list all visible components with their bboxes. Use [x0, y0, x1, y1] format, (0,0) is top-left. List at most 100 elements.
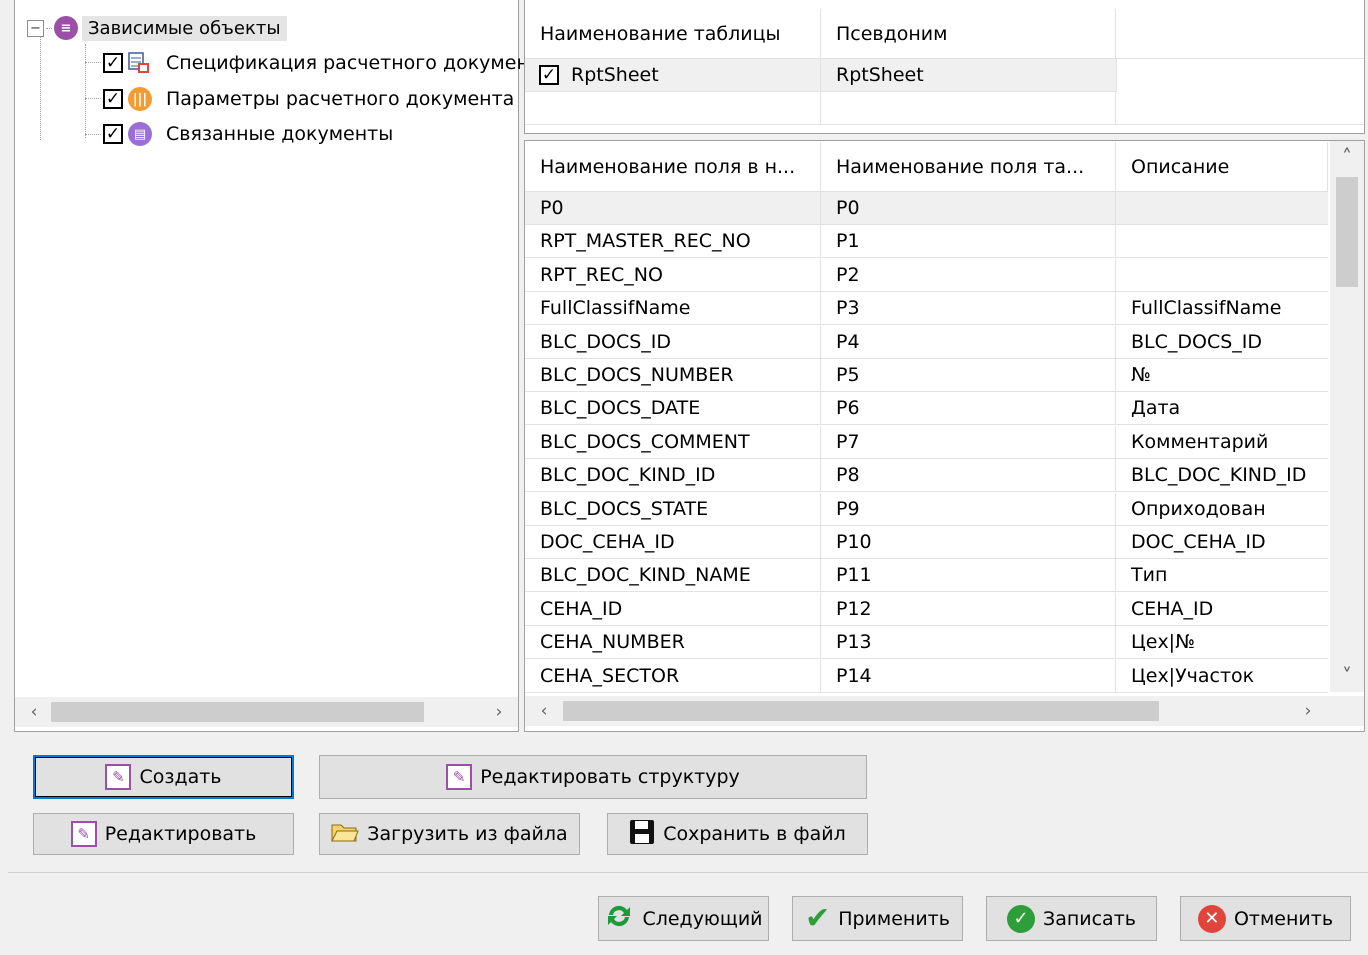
scroll-down-icon[interactable]: ˅	[1330, 664, 1364, 688]
table-field-name-cell[interactable]: P3	[821, 292, 1116, 326]
field-row[interactable]: P0 P0	[525, 192, 1328, 225]
table-field-name-cell[interactable]: P12	[821, 592, 1116, 626]
fields-vertical-scrollbar[interactable]: ˄ ˅	[1330, 141, 1364, 692]
field-row[interactable]: BLC_DOC_KIND_ID P8 BLC_DOC_KIND_ID	[525, 459, 1328, 493]
table-field-name-cell[interactable]: P6	[821, 392, 1116, 426]
column-header-field-name[interactable]: Наименование поля в н...	[525, 142, 821, 192]
field-name-cell[interactable]: RPT_MASTER_REC_NO	[525, 225, 821, 259]
field-name-cell[interactable]: BLC_DOCS_NUMBER	[525, 359, 821, 392]
field-name-cell[interactable]: BLC_DOCS_COMMENT	[525, 425, 821, 459]
field-name-cell[interactable]: BLC_DOC_KIND_ID	[525, 459, 821, 493]
table-alias-cell[interactable]: RptSheet	[821, 59, 1117, 92]
table-field-name-cell[interactable]: P1	[821, 225, 1116, 259]
field-row[interactable]: BLC_DOCS_COMMENT P7 Комментарий	[525, 425, 1328, 459]
field-row[interactable]: DOC_CEHA_ID P10 DOC_CEHA_ID	[525, 526, 1328, 559]
tree-horizontal-scrollbar[interactable]: ‹ ›	[15, 697, 518, 727]
fields-horizontal-scrollbar[interactable]: ‹ ›	[525, 696, 1364, 726]
field-name-cell[interactable]: CEHA_NUMBER	[525, 626, 821, 660]
table-field-name-cell[interactable]: P5	[821, 359, 1116, 392]
field-row[interactable]: BLC_DOCS_DATE P6 Дата	[525, 392, 1328, 426]
scroll-left-icon[interactable]: ‹	[529, 696, 559, 726]
field-name-cell[interactable]: BLC_DOCS_DATE	[525, 392, 821, 426]
scroll-thumb[interactable]	[1336, 177, 1358, 287]
field-name-cell[interactable]: BLC_DOCS_ID	[525, 325, 821, 359]
table-field-name-cell[interactable]: P9	[821, 492, 1116, 526]
scroll-left-icon[interactable]: ‹	[19, 697, 49, 727]
column-header-table-field-name[interactable]: Наименование поля та...	[821, 142, 1116, 192]
table-field-name-cell[interactable]: P2	[821, 258, 1116, 292]
table-field-name-cell[interactable]: P11	[821, 559, 1116, 593]
scroll-thumb[interactable]	[51, 702, 424, 722]
load-from-file-button[interactable]: Загрузить из файла	[319, 813, 580, 855]
scroll-up-icon[interactable]: ˄	[1330, 145, 1364, 169]
description-cell[interactable]	[1116, 259, 1328, 292]
description-cell[interactable]: FullClassifName	[1116, 292, 1328, 326]
field-name-cell[interactable]: BLC_DOC_KIND_NAME	[525, 559, 821, 593]
tree-root-row[interactable]: − ≡ Зависимые объекты	[27, 13, 287, 43]
tables-grid[interactable]: Наименование таблицы Псевдоним ✓ RptShee…	[524, 0, 1365, 134]
scroll-thumb[interactable]	[563, 701, 1159, 721]
params-checkbox[interactable]: ✓	[103, 89, 123, 109]
edit-structure-button[interactable]: ✎ Редактировать структуру	[319, 755, 867, 799]
description-cell[interactable]: №	[1116, 359, 1328, 392]
field-name-cell[interactable]: DOC_CEHA_ID	[525, 526, 821, 559]
field-name-cell[interactable]: FullClassifName	[525, 292, 821, 326]
save-to-file-button[interactable]: Сохранить в файл	[607, 813, 868, 855]
table-field-name-cell[interactable]: P13	[821, 626, 1116, 660]
field-row[interactable]: BLC_DOCS_NUMBER P5 №	[525, 359, 1328, 392]
scroll-right-icon[interactable]: ›	[484, 697, 514, 727]
column-header-description[interactable]: Описание	[1116, 142, 1328, 192]
description-cell[interactable]: DOC_CEHA_ID	[1116, 526, 1328, 559]
description-cell[interactable]: Дата	[1116, 392, 1328, 426]
description-cell[interactable]: BLC_DOCS_ID	[1116, 326, 1328, 359]
description-cell[interactable]	[1116, 225, 1328, 259]
description-cell[interactable]: Тип	[1116, 559, 1328, 593]
field-name-cell[interactable]: CEHA_SECTOR	[525, 659, 821, 693]
tree-root-label[interactable]: Зависимые объекты	[82, 15, 287, 41]
column-header-table-name[interactable]: Наименование таблицы	[525, 9, 821, 59]
description-cell[interactable]: Оприходован	[1116, 493, 1328, 526]
tree-item-params[interactable]: ✓ ||| Параметры расчетного документа	[103, 84, 514, 114]
tree-item-spec[interactable]: ✓ Спецификация расчетного документа	[103, 48, 552, 78]
description-cell[interactable]: BLC_DOC_KIND_ID	[1116, 459, 1328, 493]
create-button[interactable]: ✎ Создать	[33, 755, 294, 799]
description-cell[interactable]: CEHA_ID	[1116, 593, 1328, 626]
field-row[interactable]: BLC_DOCS_ID P4 BLC_DOCS_ID	[525, 325, 1328, 359]
description-cell[interactable]: Комментарий	[1116, 426, 1328, 459]
cancel-button[interactable]: ✕ Отменить	[1180, 896, 1351, 941]
field-name-cell[interactable]: RPT_REC_NO	[525, 258, 821, 292]
table-field-name-cell[interactable]: P7	[821, 425, 1116, 459]
table-field-name-cell[interactable]: P14	[821, 659, 1116, 693]
next-button[interactable]: Следующий	[598, 896, 769, 941]
scroll-right-icon[interactable]: ›	[1293, 696, 1323, 726]
table-name-cell[interactable]: ✓ RptSheet	[525, 59, 821, 92]
field-row[interactable]: BLC_DOCS_STATE P9 Оприходован	[525, 492, 1328, 526]
dependent-objects-tree[interactable]: − ≡ Зависимые объекты ✓ Спецификация рас…	[14, 0, 552, 732]
field-row[interactable]: RPT_MASTER_REC_NO P1	[525, 225, 1328, 259]
edit-button[interactable]: ✎ Редактировать	[33, 813, 294, 855]
field-row[interactable]: RPT_REC_NO P2	[525, 258, 1328, 292]
field-row[interactable]: CEHA_ID P12 CEHA_ID	[525, 592, 1328, 626]
field-row[interactable]: FullClassifName P3 FullClassifName	[525, 292, 1328, 326]
column-header-alias[interactable]: Псевдоним	[821, 9, 1116, 59]
field-name-cell[interactable]: P0	[525, 192, 821, 225]
field-row[interactable]: CEHA_NUMBER P13 Цех|№	[525, 626, 1328, 660]
table-field-name-cell[interactable]: P0	[821, 192, 1116, 225]
spec-checkbox[interactable]: ✓	[103, 53, 123, 73]
table-checkbox[interactable]: ✓	[539, 65, 559, 85]
description-cell[interactable]: Цех|Участок	[1116, 660, 1328, 693]
description-cell[interactable]: Цех|№	[1116, 626, 1328, 660]
field-name-cell[interactable]: BLC_DOCS_STATE	[525, 492, 821, 526]
linked-docs-checkbox[interactable]: ✓	[103, 124, 123, 144]
apply-button[interactable]: ✔ Применить	[792, 896, 963, 941]
fields-grid[interactable]: Наименование поля в н... Наименование по…	[524, 140, 1365, 732]
table-field-name-cell[interactable]: P8	[821, 459, 1116, 493]
table-field-name-cell[interactable]: P4	[821, 325, 1116, 359]
table-row[interactable]: ✓ RptSheet RptSheet	[525, 59, 1117, 92]
write-button[interactable]: ✓ Записать	[986, 896, 1157, 941]
collapse-toggle-icon[interactable]: −	[27, 19, 44, 37]
field-name-cell[interactable]: CEHA_ID	[525, 592, 821, 626]
field-row[interactable]: CEHA_SECTOR P14 Цех|Участок	[525, 659, 1328, 693]
description-cell[interactable]	[1116, 192, 1328, 225]
tree-item-linked-docs[interactable]: ✓ ▤ Связанные документы	[103, 119, 393, 149]
